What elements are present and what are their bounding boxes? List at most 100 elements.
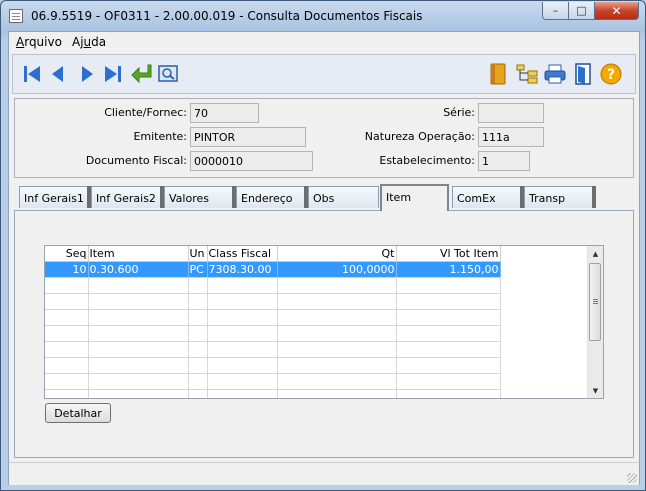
natureza-operacao-label: Natureza Operação: [364,130,475,143]
empty-table-row[interactable] [45,309,501,326]
empty-table-row[interactable] [45,389,501,398]
help-icon: ? [600,63,622,85]
svg-text:?: ? [607,67,615,83]
close-icon: ✕ [611,3,622,18]
emitente-field[interactable]: PINTOR [190,127,306,147]
tab-obs[interactable]: Obs [308,186,379,208]
detalhar-button[interactable]: Detalhar [45,403,111,423]
estabelecimento-field[interactable]: 1 [478,151,530,171]
column-header-seq[interactable]: Seq [45,246,89,262]
book-button[interactable] [486,62,510,86]
maximize-icon: □ [576,4,587,17]
tree-structure-button[interactable] [515,62,539,86]
empty-table-row[interactable] [45,341,501,358]
menu-arquivo[interactable]: Arquivo [16,35,62,49]
cell-qt[interactable]: 100,0000 [277,261,397,278]
cell-un[interactable]: PC [188,261,208,278]
menu-arquivo-mnemonic: A [16,35,25,49]
minimize-icon: – [552,4,559,17]
tab-item[interactable]: Item [380,184,449,211]
app-document-icon [9,9,23,23]
first-record-button[interactable] [20,62,44,86]
minimize-button[interactable]: – [542,2,569,20]
previous-record-button[interactable] [46,62,70,86]
scroll-up-icon[interactable]: ▲ [588,246,603,261]
exit-door-button[interactable] [571,62,595,86]
last-record-icon [105,66,121,82]
menu-ajuda-label-start: Aj [72,35,84,49]
cell-class-fiscal[interactable]: 7308.30.00 [207,261,278,278]
tab-comex[interactable]: ComEx [452,186,523,208]
application-window: 06.9.5519 - OF0311 - 2.00.00.019 - Consu… [0,0,646,491]
items-grid[interactable]: Seq Item Un Class Fiscal Qt Vl Tot Item … [44,245,604,399]
return-button[interactable] [130,62,154,86]
tab-valores[interactable]: Valores [164,186,235,208]
return-icon [131,64,152,84]
estabelecimento-label: Estabelecimento: [379,154,475,167]
tab-inf-gerais1[interactable]: Inf Gerais1 [19,186,90,208]
menu-ajuda-label-end: da [91,35,107,49]
cell-item[interactable]: 0.30.600 [88,261,189,278]
tab-separator [592,186,596,208]
menu-bar: Arquivo Ajuda [9,32,639,52]
cliente-fornec-label: Cliente/Fornec: [104,106,187,119]
previous-record-icon [52,66,63,82]
serie-label: Série: [443,106,475,119]
item-tab-panel: Seq Item Un Class Fiscal Qt Vl Tot Item … [14,210,634,458]
tab-label: Obs [313,192,335,205]
serie-field[interactable] [478,103,544,123]
title-bar[interactable]: 06.9.5519 - OF0311 - 2.00.00.019 - Consu… [1,1,645,31]
printer-button[interactable] [543,62,567,86]
column-header-item[interactable]: Item [88,246,189,262]
column-header-un[interactable]: Un [188,246,208,262]
scroll-down-icon[interactable]: ▼ [588,383,603,398]
tab-label: Item [386,191,412,204]
help-button[interactable]: ? [599,62,623,86]
tab-endereco[interactable]: Endereço [236,186,307,208]
next-record-button[interactable] [75,62,99,86]
exit-door-icon [575,63,591,85]
tab-label: Endereço [241,192,293,205]
maximize-button[interactable]: □ [569,2,595,20]
empty-table-row[interactable] [45,325,501,342]
grid-vertical-scrollbar[interactable]: ▲ ▼ [587,246,603,398]
tab-inf-gerais2[interactable]: Inf Gerais2 [91,186,163,208]
menu-ajuda-mnemonic: u [83,35,92,49]
cliente-fornec-field[interactable]: 70 [190,103,259,123]
cell-seq[interactable]: 10 [45,261,89,278]
column-header-qt[interactable]: Qt [277,246,397,262]
last-record-button[interactable] [101,62,125,86]
empty-table-row[interactable] [45,293,501,310]
status-bar [9,462,639,485]
cell-vl-tot-item[interactable]: 1.150,00 [396,261,501,278]
empty-table-row[interactable] [45,373,501,390]
window-title: 06.9.5519 - OF0311 - 2.00.00.019 - Consu… [31,9,423,23]
tab-label: ComEx [457,192,496,205]
documento-fiscal-label: Documento Fiscal: [85,154,187,167]
book-icon [490,63,506,85]
client-area: Arquivo Ajuda ? Cliente/Fornec: 70 Emite… [8,31,640,485]
table-row[interactable]: 10 0.30.600 PC 7308.30.00 100,0000 1.150… [45,261,501,278]
scroll-thumb[interactable] [589,263,601,341]
menu-ajuda[interactable]: Ajuda [72,35,106,49]
empty-table-row[interactable] [45,277,501,294]
grid-header-row: Seq Item Un Class Fiscal Qt Vl Tot Item [45,246,501,262]
header-form-panel: Cliente/Fornec: 70 Emitente: PINTOR Docu… [14,98,634,178]
close-button[interactable]: ✕ [595,2,639,20]
tab-transp[interactable]: Transp [524,186,595,208]
column-header-class-fiscal[interactable]: Class Fiscal [207,246,278,262]
window-controls: – □ ✕ [542,2,639,20]
items-table: Seq Item Un Class Fiscal Qt Vl Tot Item … [45,246,501,398]
tab-label: Inf Gerais1 [24,192,84,205]
emitente-label: Emitente: [133,130,187,143]
next-record-icon [82,66,93,82]
natureza-operacao-field[interactable]: 111a [478,127,544,147]
resize-grip-icon[interactable] [627,473,637,483]
menu-arquivo-label: rquivo [24,35,62,49]
column-header-vl-tot-item[interactable]: Vl Tot Item [396,246,501,262]
empty-table-row[interactable] [45,357,501,374]
zoom-preview-icon [158,65,178,82]
documento-fiscal-field[interactable]: 0000010 [190,151,313,171]
tree-structure-icon [516,64,538,84]
zoom-preview-button[interactable] [156,62,180,86]
